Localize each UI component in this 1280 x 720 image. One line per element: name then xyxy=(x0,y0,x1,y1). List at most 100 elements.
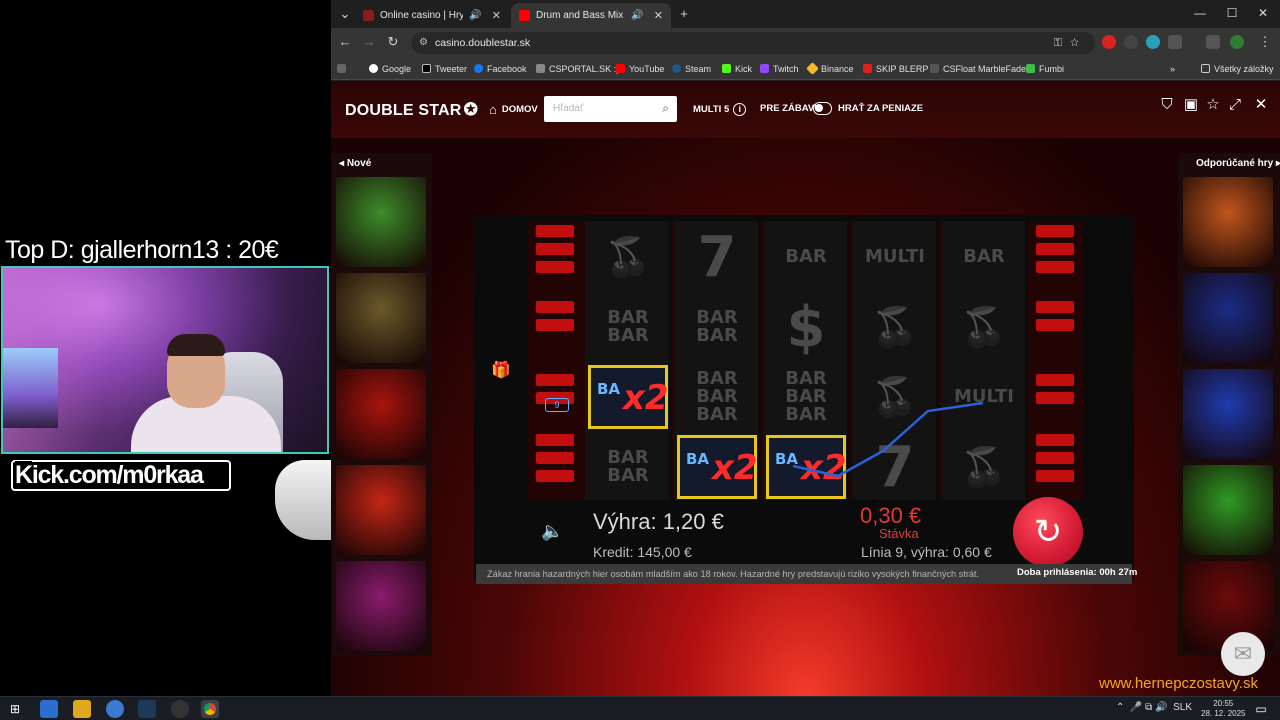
bookmark-label: CSFloat MarbleFade xyxy=(943,63,1027,74)
new-games-heading[interactable]: ◂ Nové xyxy=(331,153,432,175)
menu-icon[interactable]: ⋮ xyxy=(1257,34,1273,50)
bookmark-csfloat[interactable]: CSFloat MarbleFade xyxy=(930,61,1026,76)
search-icon[interactable]: ⌕ xyxy=(662,101,669,116)
file-explorer-icon[interactable] xyxy=(73,700,91,718)
site-info-icon[interactable]: ⚙ xyxy=(419,32,428,54)
app-icon[interactable] xyxy=(106,700,124,718)
minimize-icon[interactable]: — xyxy=(1190,6,1210,20)
tab-casino[interactable]: Online casino | Hry, bonusy 🔊 ✕ xyxy=(355,3,509,28)
game-tile[interactable] xyxy=(336,369,426,459)
obs-icon[interactable] xyxy=(171,700,189,718)
apps-grid-icon xyxy=(337,64,346,73)
chrome-logo xyxy=(204,703,216,715)
tab-search-icon[interactable]: ⌄ xyxy=(337,6,353,22)
speaker-icon: 🔊 xyxy=(631,10,644,21)
bookmark-facebook[interactable]: Facebook xyxy=(474,61,527,76)
taskbar-clock[interactable]: 20:55 28. 12. 2025 xyxy=(1201,699,1245,719)
home-link[interactable]: ⌂ DOMOV xyxy=(489,102,538,117)
game-tile[interactable] xyxy=(336,465,426,555)
extensions-puzzle-icon[interactable] xyxy=(1168,35,1182,49)
maximize-icon[interactable]: ☐ xyxy=(1222,6,1242,20)
bookmark-fumbi[interactable]: Fumbi xyxy=(1026,61,1064,76)
home-label: DOMOV xyxy=(501,104,538,115)
spin-button[interactable]: ↻ xyxy=(1013,497,1083,567)
fullscreen-icon[interactable]: ⤢ xyxy=(1226,96,1244,114)
new-tab-button[interactable]: + xyxy=(676,6,692,22)
multi-info[interactable]: MULTI 5i xyxy=(693,103,747,116)
bookmark-twitch[interactable]: Twitch xyxy=(760,61,799,76)
winning-payline xyxy=(792,401,984,478)
tab-drum-and-bass[interactable]: Drum and Bass Mix | Week 🔊 ✕ xyxy=(511,3,671,28)
webcam-pc-case xyxy=(3,348,58,428)
gift-icon[interactable]: 🎁 xyxy=(491,360,511,380)
bookmark-label: Fumbi xyxy=(1039,63,1065,74)
sound-icon[interactable]: 🔈 xyxy=(541,521,563,542)
bookmark-label: Binance xyxy=(821,63,854,74)
bookmark-label: Tweeter xyxy=(435,63,468,74)
credit-balance: Kredit: 145,00 € xyxy=(593,544,692,560)
close-tab-icon[interactable]: ✕ xyxy=(492,9,501,22)
casino-logo[interactable]: DOUBLE STAR ✪ xyxy=(345,100,478,120)
youtube-icon xyxy=(616,64,625,73)
sidepanel-icon[interactable] xyxy=(1206,35,1220,49)
forward-icon[interactable]: → xyxy=(361,34,377,50)
game-tile[interactable] xyxy=(1183,177,1273,267)
game-tile[interactable] xyxy=(1183,273,1273,363)
browser-window: ⌄ Online casino | Hry, bonusy 🔊 ✕ Drum a… xyxy=(331,0,1280,696)
bookmark-star-icon[interactable]: ⚿☆ xyxy=(1054,32,1087,54)
new-games-title: Nové xyxy=(346,158,372,169)
mail-icon[interactable]: ✉ xyxy=(1221,632,1265,676)
recommended-heading[interactable]: Odporúčané hry ▸ xyxy=(1178,153,1280,175)
close-game-icon[interactable]: ✕ xyxy=(1252,96,1270,114)
notification-icon[interactable]: ▭ xyxy=(1252,700,1270,718)
close-tab-icon[interactable]: ✕ xyxy=(654,9,663,22)
bookmark-tweeter[interactable]: Tweeter xyxy=(422,61,467,76)
game-tile[interactable] xyxy=(336,177,426,267)
address-bar[interactable]: ⚙ casino.doublestar.sk ⚿☆ xyxy=(411,32,1095,54)
profile-avatar[interactable] xyxy=(1230,35,1244,49)
bookmark-label: Kick xyxy=(735,63,753,74)
app-icon[interactable] xyxy=(40,700,58,718)
favorite-star-icon[interactable]: ☆ xyxy=(1204,96,1222,114)
extension-icon[interactable] xyxy=(1146,35,1160,49)
game-tile[interactable] xyxy=(1183,369,1273,459)
info-icon[interactable]: i xyxy=(733,103,747,116)
all-bookmarks-button[interactable]: Všetky záložky xyxy=(1201,61,1274,76)
bookmark-label: YouTube xyxy=(629,63,665,74)
extension-icon[interactable] xyxy=(1124,35,1138,49)
bookmark-steam[interactable]: Steam xyxy=(672,61,711,76)
search-input[interactable]: Hľadať ⌕ xyxy=(544,96,677,122)
bookmark-youtube[interactable]: YouTube xyxy=(616,61,664,76)
recommended-games-sidebar: Odporúčané hry ▸ xyxy=(1178,153,1280,656)
kick-channel-label: Kick.com/m0rkaa xyxy=(11,460,231,491)
shield-icon[interactable]: ⛉ xyxy=(1158,96,1176,114)
game-tile[interactable] xyxy=(336,273,426,363)
tab-strip: ⌄ Online casino | Hry, bonusy 🔊 ✕ Drum a… xyxy=(331,0,1280,28)
bookmark-google[interactable]: Google xyxy=(369,61,411,76)
more-bookmarks-icon[interactable]: » xyxy=(1170,61,1175,76)
wallet-icon[interactable]: ▣ xyxy=(1182,96,1200,114)
apps-icon[interactable] xyxy=(337,61,346,76)
bookmark-csportal[interactable]: CSPORTAL.SK :) xyxy=(536,61,619,76)
fun-mode-label: PRE ZÁBAVU xyxy=(760,103,822,114)
csportal-icon xyxy=(536,64,545,73)
extension-icon[interactable] xyxy=(1102,35,1116,49)
binance-icon xyxy=(806,62,819,75)
chrome-icon[interactable] xyxy=(201,700,219,718)
game-tile[interactable] xyxy=(1183,465,1273,555)
reload-icon[interactable]: ↻ xyxy=(385,34,401,50)
steam-icon[interactable] xyxy=(138,700,156,718)
windows-start-icon[interactable]: ⊞ xyxy=(6,700,24,718)
bookmark-binance[interactable]: Binance xyxy=(806,61,854,76)
close-window-icon[interactable]: ✕ xyxy=(1253,6,1273,20)
casino-favicon-icon xyxy=(363,10,374,21)
mode-toggle[interactable] xyxy=(813,102,832,115)
system-tray[interactable]: ⌃ 🎤 ⧉ 🔊 SLK xyxy=(1116,702,1192,713)
streamer-hair xyxy=(167,334,225,356)
bookmark-kick[interactable]: Kick xyxy=(722,61,752,76)
game-tile[interactable] xyxy=(336,561,426,651)
bookmark-label: Facebook xyxy=(487,63,527,74)
bookmark-skip-blerp[interactable]: SKIP BLERP xyxy=(863,61,928,76)
payline-number-badge: 9 xyxy=(545,398,569,412)
back-icon[interactable]: ← xyxy=(337,34,353,50)
